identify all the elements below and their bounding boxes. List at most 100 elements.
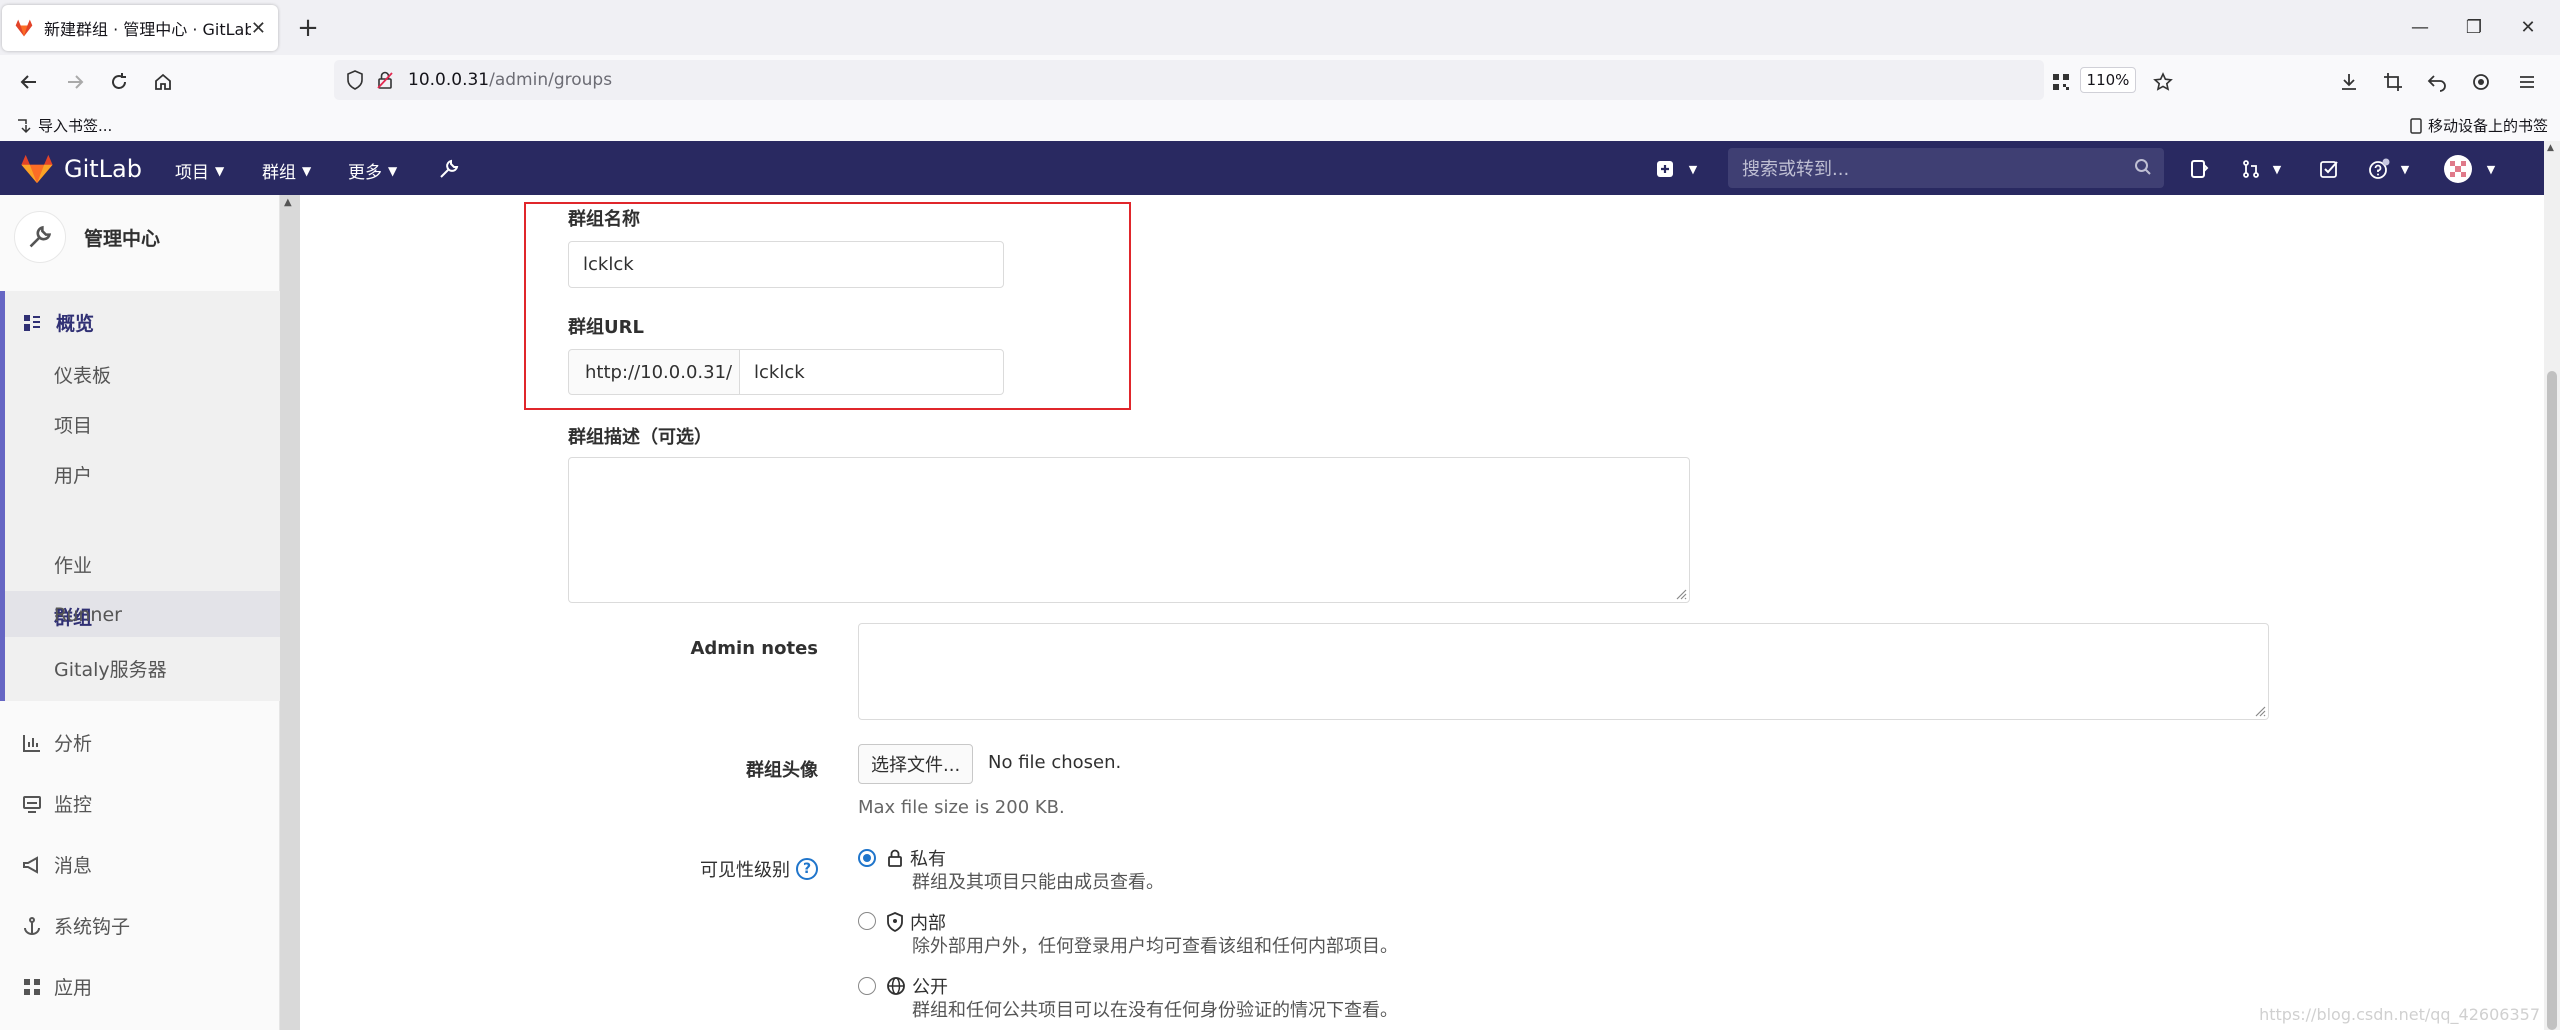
admin-notes-textarea[interactable] bbox=[858, 623, 2269, 720]
close-tab-icon[interactable]: ✕ bbox=[251, 18, 266, 39]
sidebar-item-runner[interactable]: Runner bbox=[54, 604, 122, 626]
help-icon[interactable] bbox=[2366, 156, 2392, 182]
menu-projects[interactable]: 项目 ▼ bbox=[175, 158, 224, 183]
sidebar-scrollbar[interactable]: ▲ bbox=[280, 195, 300, 1030]
mobile-device-icon bbox=[2410, 117, 2422, 134]
chevron-down-icon: ▼ bbox=[215, 163, 225, 178]
sidebar-item-system-hooks[interactable]: 系统钩子 bbox=[22, 912, 130, 939]
issues-icon[interactable] bbox=[2186, 156, 2212, 182]
group-name-label: 群组名称 bbox=[568, 209, 640, 230]
watermark-text: https://blog.csdn.net/qq_42606357 bbox=[2259, 1005, 2540, 1024]
menu-groups[interactable]: 群组 ▼ bbox=[262, 158, 311, 183]
visibility-private-radio[interactable] bbox=[858, 849, 876, 867]
insecure-lock-icon[interactable] bbox=[376, 70, 394, 90]
new-item-plus-icon[interactable] bbox=[1652, 156, 1678, 182]
url-text: 10.0.0.31/admin/groups bbox=[408, 70, 612, 90]
sidebar-item-jobs[interactable]: 作业 bbox=[54, 551, 92, 578]
chevron-down-icon[interactable]: ▼ bbox=[2478, 156, 2504, 182]
sidebar-item-overview[interactable]: 概览 bbox=[22, 309, 94, 336]
import-bookmarks-link[interactable]: 导入书签... bbox=[16, 115, 112, 136]
scroll-up-arrow-icon[interactable]: ▲ bbox=[284, 197, 292, 208]
reload-icon[interactable] bbox=[102, 65, 136, 99]
visibility-level-label: 可见性级别 bbox=[700, 860, 790, 881]
resize-handle-icon[interactable] bbox=[1673, 586, 1687, 600]
search-placeholder: 搜索或转到... bbox=[1742, 159, 1850, 180]
sidebar-overview-section: 概览 仪表板 项目 用户 群组 作业 bbox=[0, 291, 280, 701]
global-search-input[interactable]: 搜索或转到... bbox=[1728, 148, 2164, 188]
anchor-icon bbox=[24, 916, 40, 935]
sidebar-item-projects[interactable]: 项目 bbox=[54, 411, 92, 438]
address-bar[interactable]: 10.0.0.31/admin/groups bbox=[334, 60, 2044, 100]
url-path: /admin/groups bbox=[489, 70, 613, 90]
sidebar-item-users[interactable]: 用户 bbox=[54, 461, 92, 488]
undo-icon[interactable] bbox=[2420, 65, 2454, 99]
mobile-bookmarks-link[interactable]: 移动设备上的书签 bbox=[2410, 115, 2548, 136]
sidebar-overview-label: 概览 bbox=[56, 313, 95, 335]
monitor-icon bbox=[23, 795, 41, 813]
page-scrollbar[interactable]: ▲ bbox=[2544, 141, 2560, 1030]
browser-tab[interactable]: 新建群组 · 管理中心 · GitLab ✕ bbox=[2, 5, 278, 51]
tracking-shield-icon[interactable] bbox=[346, 70, 364, 90]
visibility-level-row-label: 可见性级别 ? bbox=[600, 856, 818, 882]
analytics-icon bbox=[23, 734, 40, 752]
resize-handle-icon[interactable] bbox=[2252, 703, 2266, 717]
app-menu-icon[interactable] bbox=[2510, 65, 2544, 99]
home-icon[interactable] bbox=[146, 65, 180, 99]
sidebar-item-dashboard[interactable]: 仪表板 bbox=[54, 361, 111, 388]
back-icon[interactable] bbox=[12, 65, 46, 99]
megaphone-icon bbox=[23, 855, 38, 874]
restore-icon[interactable]: ❐ bbox=[2454, 12, 2494, 42]
sidebar-header[interactable]: 管理中心 bbox=[14, 211, 160, 263]
gitlab-brand-text: GitLab bbox=[64, 155, 142, 183]
gitlab-tanuki-icon bbox=[21, 154, 53, 184]
extension-icon[interactable] bbox=[2464, 65, 2498, 99]
new-tab-icon[interactable]: + bbox=[290, 10, 326, 46]
scroll-up-arrow-icon[interactable]: ▲ bbox=[2547, 143, 2554, 153]
import-bookmarks-label: 导入书签... bbox=[38, 117, 113, 135]
merge-requests-icon[interactable] bbox=[2238, 156, 2264, 182]
chevron-down-icon[interactable]: ▼ bbox=[2264, 156, 2290, 182]
menu-more[interactable]: 更多 ▼ bbox=[348, 158, 397, 183]
downloads-icon[interactable] bbox=[2332, 65, 2366, 99]
group-url-label: 群组URL bbox=[568, 317, 644, 338]
todos-icon[interactable] bbox=[2316, 156, 2342, 182]
menu-more-label: 更多 bbox=[348, 163, 382, 183]
sidebar-item-applications[interactable]: 应用 bbox=[22, 973, 92, 1000]
sidebar-item-analytics[interactable]: 分析 bbox=[22, 729, 92, 756]
sidebar-item-gitaly-servers[interactable]: Gitaly服务器 bbox=[54, 655, 167, 682]
choose-file-button[interactable]: 选择文件... bbox=[858, 744, 974, 784]
forward-icon[interactable] bbox=[58, 65, 92, 99]
scrollbar-thumb[interactable] bbox=[2547, 371, 2557, 1030]
admin-wrench-icon[interactable] bbox=[436, 156, 462, 182]
shield-icon bbox=[887, 912, 903, 932]
window-close-icon[interactable]: ✕ bbox=[2508, 12, 2548, 42]
sidebar-item-messages[interactable]: 消息 bbox=[22, 851, 92, 878]
group-name-input[interactable]: lcklck bbox=[568, 241, 1004, 288]
minimize-icon[interactable]: — bbox=[2400, 12, 2440, 42]
active-section-indicator bbox=[0, 291, 5, 701]
sidebar-item-monitoring[interactable]: 监控 bbox=[22, 790, 92, 817]
question-circle-icon[interactable]: ? bbox=[796, 858, 818, 880]
chevron-down-icon: ▼ bbox=[302, 163, 312, 178]
active-item-background bbox=[5, 591, 280, 637]
gitlab-favicon-icon bbox=[15, 19, 33, 37]
visibility-internal-radio[interactable] bbox=[858, 912, 876, 930]
sidebar-messages-label: 消息 bbox=[54, 855, 93, 877]
bookmark-star-icon[interactable] bbox=[2146, 65, 2180, 99]
mobile-bookmarks-label: 移动设备上的书签 bbox=[2427, 117, 2548, 135]
zoom-level-badge[interactable]: 110% bbox=[2080, 67, 2136, 93]
sidebar-title: 管理中心 bbox=[84, 227, 161, 250]
chevron-down-icon[interactable]: ▼ bbox=[1680, 156, 1706, 182]
admin-notes-label: Admin notes bbox=[690, 638, 818, 659]
screenshot-crop-icon[interactable] bbox=[2376, 65, 2410, 99]
group-path-input[interactable]: lcklck bbox=[739, 349, 1004, 395]
chevron-down-icon[interactable]: ▼ bbox=[2392, 156, 2418, 182]
applications-icon bbox=[24, 978, 40, 995]
url-host: 10.0.0.31 bbox=[408, 70, 490, 90]
sidebar-applications-label: 应用 bbox=[54, 977, 93, 999]
gitlab-home-link[interactable]: GitLab bbox=[20, 153, 142, 185]
qr-code-icon[interactable] bbox=[2044, 65, 2078, 99]
visibility-public-radio[interactable] bbox=[858, 977, 876, 995]
avatar[interactable] bbox=[2442, 153, 2474, 185]
group-description-textarea[interactable] bbox=[568, 457, 1690, 603]
